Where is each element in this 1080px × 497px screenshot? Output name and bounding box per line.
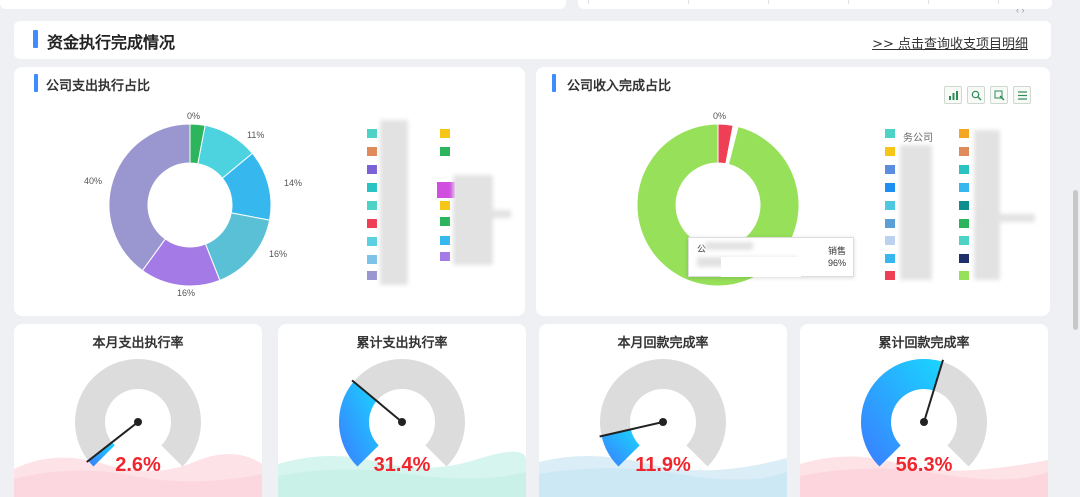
legend-swatch[interactable] — [959, 236, 969, 245]
legend-swatch[interactable] — [367, 147, 377, 156]
legend-swatch[interactable] — [440, 236, 450, 245]
income-label-0: 0% — [713, 111, 727, 121]
chart-toolbox — [944, 86, 1031, 104]
legend-swatch[interactable] — [959, 271, 969, 280]
legend-text-blurred — [900, 145, 932, 280]
legend-swatch[interactable] — [959, 183, 969, 192]
chart-tooltip: 公 销售 96% — [688, 237, 854, 277]
legend-swatch[interactable] — [885, 183, 895, 192]
expense-label-4: 16% — [177, 288, 196, 298]
legend-swatch[interactable] — [959, 129, 969, 138]
legend-swatch[interactable] — [367, 255, 377, 264]
legend-swatch[interactable] — [959, 147, 969, 156]
gauge-track — [75, 359, 202, 467]
gauge-card-cumulative-expense: 累计支出执行率 31.4% — [278, 324, 526, 497]
gauge-needle-pivot — [920, 418, 928, 426]
tooltip-blurred-text — [705, 242, 753, 250]
legend-text-blurred — [980, 214, 1035, 222]
legend-swatch[interactable] — [885, 201, 895, 210]
expense-donut-chart — [108, 123, 272, 287]
legend-swatch[interactable] — [367, 165, 377, 174]
legend-partial-text: 务公司 — [903, 133, 933, 144]
gauge-needle-pivot — [398, 418, 406, 426]
tooltip-right-label: 销售 — [828, 246, 847, 256]
legend-swatch[interactable] — [440, 201, 450, 210]
expense-card-title: 公司支出执行占比 — [46, 79, 151, 94]
legend-swatch[interactable] — [367, 219, 377, 228]
section-title: 资金执行完成情况 — [47, 33, 176, 52]
income-card-title: 公司收入完成占比 — [567, 79, 672, 94]
gauge-card-monthly-collection: 本月回款完成率 11.9% — [539, 324, 787, 497]
legend-swatch[interactable] — [885, 254, 895, 263]
bar-chart-icon[interactable] — [944, 86, 962, 104]
page-scrollbar[interactable] — [1073, 190, 1078, 330]
legend-swatch[interactable] — [959, 219, 969, 228]
legend-swatch[interactable] — [440, 252, 450, 261]
gauge-value: 31.4% — [373, 454, 431, 476]
legend-swatch[interactable] — [367, 201, 377, 210]
card-accent-bar — [552, 74, 556, 92]
legend-swatch[interactable] — [367, 271, 377, 280]
legend-swatch[interactable] — [367, 183, 377, 192]
top-left-card — [0, 0, 566, 9]
tooltip-value: 96% — [828, 258, 847, 268]
top-partial-strip: ‹ › — [0, 0, 1080, 15]
legend-text-blurred — [380, 120, 408, 285]
legend-swatch[interactable] — [885, 236, 895, 245]
tooltip-white-patch — [721, 257, 801, 277]
data-view-icon[interactable] — [1013, 86, 1031, 104]
table-scroll-arrows[interactable]: ‹ › — [1016, 5, 1025, 15]
legend-text-blurred — [456, 210, 511, 218]
gauge-fill — [861, 359, 943, 467]
legend-swatch[interactable] — [885, 271, 895, 280]
legend-swatch[interactable] — [885, 219, 895, 228]
top-right-table-card — [578, 0, 1052, 9]
gauge-needle-pivot — [134, 418, 142, 426]
gauge-value: 11.9% — [635, 454, 691, 476]
legend-swatch[interactable] — [440, 147, 450, 156]
legend-swatch[interactable] — [959, 254, 969, 263]
section-header: 资金执行完成情况 >> 点击查询收支项目明细 — [14, 21, 1051, 59]
expense-label-5: 40% — [84, 176, 103, 186]
legend-swatch[interactable] — [440, 217, 450, 226]
legend-text-blurred — [974, 130, 1000, 280]
gauge-card-cumulative-collection: 累计回款完成率 56.3% — [800, 324, 1048, 497]
expense-label-2: 14% — [284, 178, 303, 188]
legend-swatch[interactable] — [367, 237, 377, 246]
gauge-value: 56.3% — [895, 454, 953, 476]
legend-swatch[interactable] — [885, 147, 895, 156]
gauge-needle-pivot — [659, 418, 667, 426]
legend-swatch[interactable] — [885, 129, 895, 138]
legend-swatch[interactable] — [367, 129, 377, 138]
legend-swatch[interactable] — [440, 129, 450, 138]
legend-swatch[interactable] — [959, 165, 969, 174]
card-accent-bar — [34, 74, 38, 92]
zoom-icon[interactable] — [967, 86, 985, 104]
legend-text-blurred — [453, 175, 493, 265]
section-accent-bar — [33, 30, 38, 48]
expense-label-1: 11% — [247, 130, 265, 140]
gauge-value: 2.6% — [115, 454, 161, 476]
detail-link[interactable]: >> 点击查询收支项目明细 — [872, 33, 1028, 52]
legend-swatch[interactable] — [885, 165, 895, 174]
expense-label-0: 0% — [187, 111, 201, 121]
restore-icon[interactable] — [990, 86, 1008, 104]
legend-swatch[interactable] — [959, 201, 969, 210]
expense-label-3: 16% — [269, 249, 288, 259]
gauge-card-monthly-expense: 本月支出执行率 2.6% — [14, 324, 262, 497]
